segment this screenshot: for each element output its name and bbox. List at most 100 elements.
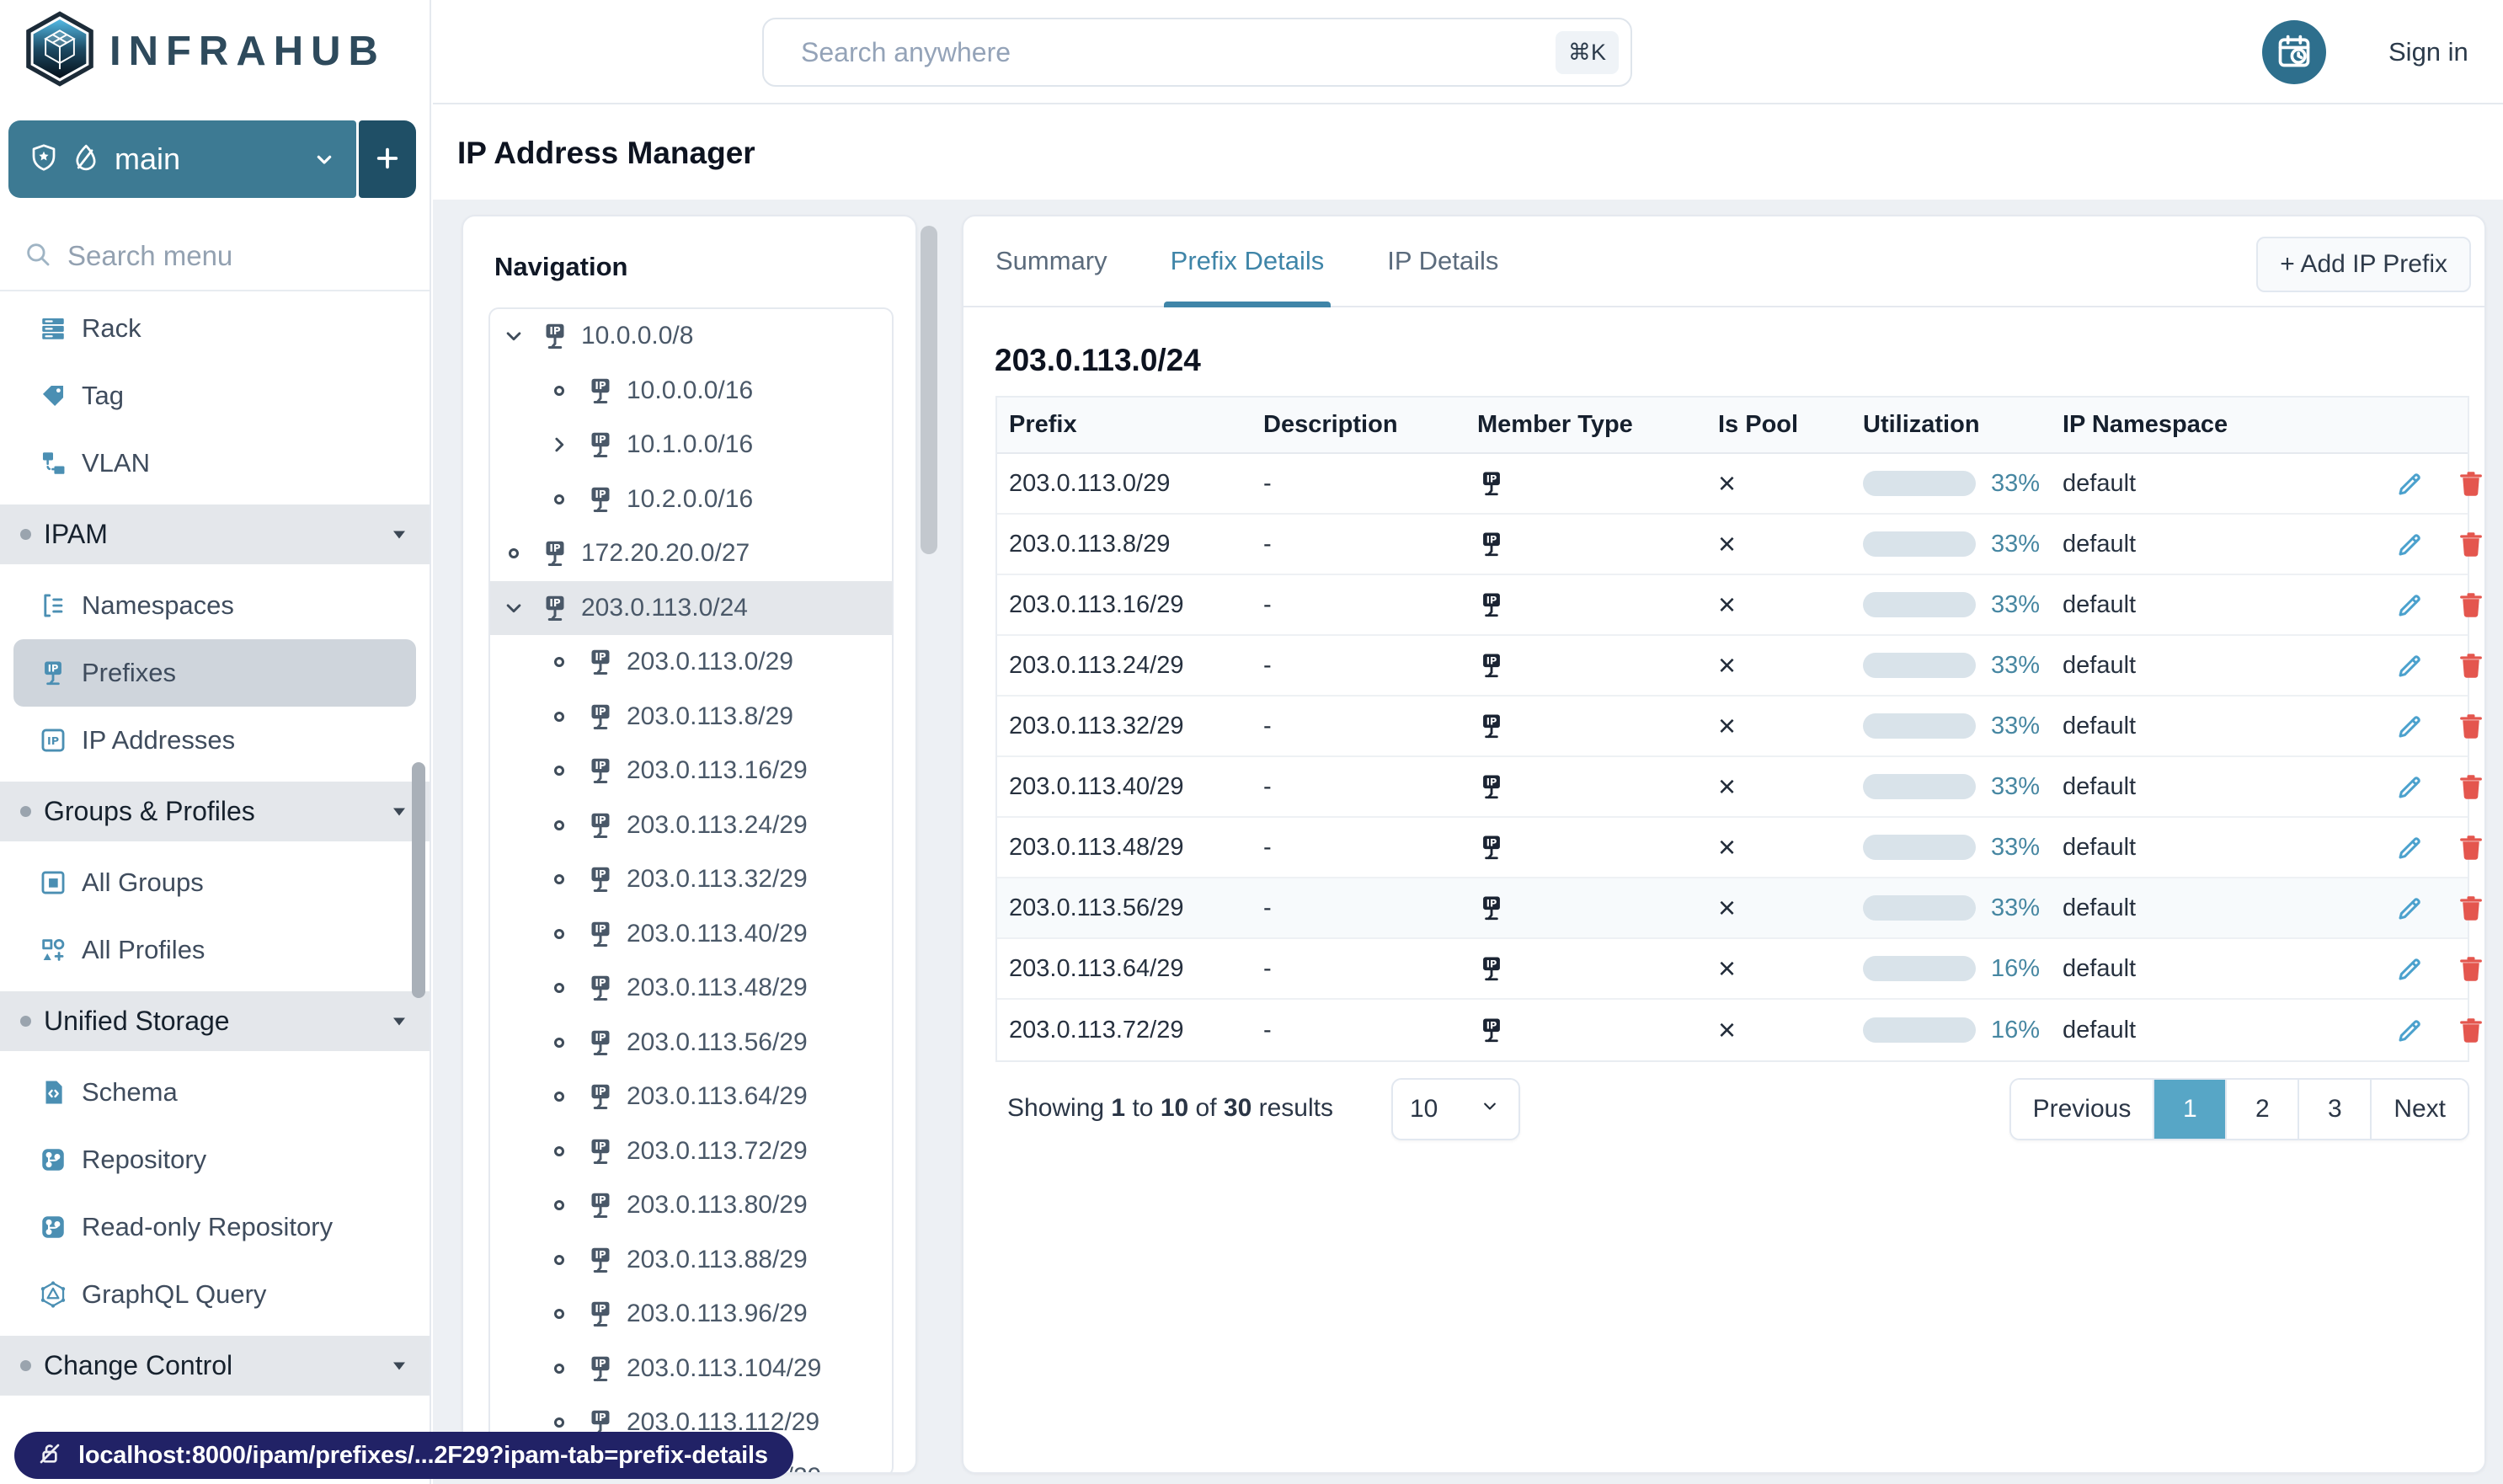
- cell-prefix[interactable]: 203.0.113.48/29: [1009, 834, 1263, 862]
- table-row[interactable]: 203.0.113.64/29 - IP × 16% default: [997, 939, 2482, 1000]
- table-row[interactable]: 203.0.113.32/29 - IP × 33% default: [997, 697, 2482, 757]
- circle-marker-icon[interactable]: [544, 864, 574, 894]
- sidebar-menu-row[interactable]: Tag: [13, 362, 416, 430]
- column-header[interactable]: Is Pool: [1718, 411, 1863, 439]
- circle-marker-icon[interactable]: [544, 1353, 574, 1384]
- delete-button[interactable]: [2456, 832, 2486, 862]
- delete-button[interactable]: [2456, 1015, 2486, 1045]
- tree-row[interactable]: IP 203.0.113.88/29: [490, 1233, 892, 1288]
- page-size-select[interactable]: 10: [1391, 1078, 1520, 1140]
- sidebar-menu-row[interactable]: GraphQL Query: [13, 1261, 416, 1328]
- tree-row[interactable]: IP 203.0.113.96/29: [490, 1287, 892, 1342]
- column-header[interactable]: IP Namespace: [2063, 411, 2395, 439]
- previous-page-button[interactable]: Previous: [2010, 1080, 2153, 1139]
- circle-marker-icon[interactable]: [544, 484, 574, 515]
- sidebar-menu-row[interactable]: Rack: [13, 295, 416, 362]
- cell-prefix[interactable]: 203.0.113.0/29: [1009, 470, 1263, 498]
- tree-row[interactable]: IP 203.0.113.56/29: [490, 1016, 892, 1070]
- sidebar-menu-row[interactable]: All Groups: [13, 849, 416, 916]
- column-header[interactable]: Utilization: [1863, 411, 2063, 439]
- circle-marker-icon[interactable]: [544, 647, 574, 677]
- navigation-scrollbar[interactable]: [921, 226, 937, 554]
- branch-selector[interactable]: main: [8, 120, 356, 198]
- edit-button[interactable]: [2395, 1015, 2426, 1045]
- sign-in-link[interactable]: Sign in: [2388, 0, 2468, 104]
- circle-marker-icon[interactable]: [499, 538, 529, 569]
- tree-row[interactable]: IP 203.0.113.8/29: [490, 690, 892, 745]
- next-page-button[interactable]: Next: [2370, 1080, 2468, 1139]
- edit-button[interactable]: [2395, 650, 2426, 681]
- sidebar-menu-row[interactable]: Unified Storage: [0, 991, 430, 1051]
- page-number-button[interactable]: 3: [2298, 1080, 2371, 1139]
- tab[interactable]: IP Details: [1387, 216, 1498, 306]
- circle-marker-icon[interactable]: [544, 1245, 574, 1275]
- table-row[interactable]: 203.0.113.72/29 - IP × 16% default: [997, 1000, 2482, 1060]
- add-branch-button[interactable]: [359, 120, 416, 198]
- table-row[interactable]: 203.0.113.40/29 - IP × 33% default: [997, 757, 2482, 818]
- table-row[interactable]: 203.0.113.0/29 - IP × 33% default: [997, 454, 2482, 515]
- cell-prefix[interactable]: 203.0.113.64/29: [1009, 955, 1263, 983]
- sidebar-menu-row[interactable]: Read-only Repository: [13, 1193, 416, 1261]
- time-travel-button[interactable]: [2262, 20, 2326, 84]
- sidebar-menu-row[interactable]: Schema: [13, 1059, 416, 1126]
- circle-marker-icon[interactable]: [544, 702, 574, 732]
- tree-row[interactable]: IP 10.0.0.0/8: [490, 309, 892, 364]
- tree-row[interactable]: IP 203.0.113.24/29: [490, 798, 892, 853]
- tree-row[interactable]: IP 10.1.0.0/16: [490, 418, 892, 472]
- table-row[interactable]: 203.0.113.16/29 - IP × 33% default: [997, 575, 2482, 636]
- tab[interactable]: Prefix Details: [1163, 216, 1331, 307]
- add-ip-prefix-button[interactable]: + Add IP Prefix: [2256, 237, 2471, 292]
- delete-button[interactable]: [2456, 468, 2486, 499]
- tree-row[interactable]: IP 203.0.113.32/29: [490, 852, 892, 907]
- cell-prefix[interactable]: 203.0.113.16/29: [1009, 591, 1263, 619]
- column-header[interactable]: Prefix: [1009, 411, 1263, 439]
- edit-button[interactable]: [2395, 590, 2426, 620]
- sidebar-menu-row[interactable]: Namespaces: [13, 572, 416, 639]
- edit-button[interactable]: [2395, 468, 2426, 499]
- chevron-right-small-icon[interactable]: [544, 430, 574, 460]
- cell-prefix[interactable]: 203.0.113.24/29: [1009, 652, 1263, 680]
- edit-button[interactable]: [2395, 771, 2426, 802]
- edit-button[interactable]: [2395, 893, 2426, 923]
- sidebar-menu-row[interactable]: VLAN: [13, 430, 416, 497]
- circle-marker-icon[interactable]: [544, 755, 574, 786]
- delete-button[interactable]: [2456, 590, 2486, 620]
- app-logo[interactable]: INFRAHUB: [25, 10, 386, 92]
- column-header[interactable]: Member Type: [1477, 411, 1718, 439]
- circle-marker-icon[interactable]: [544, 919, 574, 949]
- tree-row[interactable]: IP 203.0.113.0/29: [490, 635, 892, 690]
- sidebar-menu-row[interactable]: Repository: [13, 1126, 416, 1193]
- global-search-input[interactable]: [801, 36, 1540, 68]
- table-row[interactable]: 203.0.113.24/29 - IP × 33% default: [997, 636, 2482, 697]
- delete-button[interactable]: [2456, 893, 2486, 923]
- edit-button[interactable]: [2395, 529, 2426, 559]
- circle-marker-icon[interactable]: [544, 1299, 574, 1329]
- sidebar-menu-row[interactable]: Change Control: [0, 1336, 430, 1396]
- edit-button[interactable]: [2395, 953, 2426, 984]
- circle-marker-icon[interactable]: [544, 810, 574, 841]
- tree-row[interactable]: IP 203.0.113.72/29: [490, 1124, 892, 1179]
- tree-row[interactable]: IP 10.0.0.0/16: [490, 364, 892, 419]
- circle-marker-icon[interactable]: [544, 1081, 574, 1112]
- cell-prefix[interactable]: 203.0.113.72/29: [1009, 1017, 1263, 1044]
- table-row[interactable]: 203.0.113.56/29 - IP × 33% default: [997, 878, 2482, 939]
- circle-marker-icon[interactable]: [544, 1028, 574, 1058]
- tree-row[interactable]: IP 203.0.113.80/29: [490, 1178, 892, 1233]
- sidebar-search[interactable]: [0, 222, 430, 291]
- table-row[interactable]: 203.0.113.8/29 - IP × 33% default: [997, 515, 2482, 575]
- cell-prefix[interactable]: 203.0.113.8/29: [1009, 531, 1263, 558]
- delete-button[interactable]: [2456, 953, 2486, 984]
- chevron-down-small-icon[interactable]: [499, 593, 529, 623]
- chevron-down-small-icon[interactable]: [499, 321, 529, 351]
- circle-marker-icon[interactable]: [544, 1136, 574, 1166]
- page-number-button[interactable]: 2: [2225, 1080, 2298, 1139]
- cell-prefix[interactable]: 203.0.113.40/29: [1009, 773, 1263, 801]
- sidebar-menu-row[interactable]: IPAM: [0, 504, 430, 564]
- global-search[interactable]: ⌘K: [762, 18, 1632, 87]
- tree-row[interactable]: IP 203.0.113.16/29: [490, 744, 892, 798]
- sidebar-menu-row[interactable]: Groups & Profiles: [0, 782, 430, 841]
- delete-button[interactable]: [2456, 529, 2486, 559]
- sidebar-menu-row[interactable]: IP IP Addresses: [13, 707, 416, 774]
- edit-button[interactable]: [2395, 832, 2426, 862]
- sidebar-menu-row[interactable]: IP Prefixes: [13, 639, 416, 707]
